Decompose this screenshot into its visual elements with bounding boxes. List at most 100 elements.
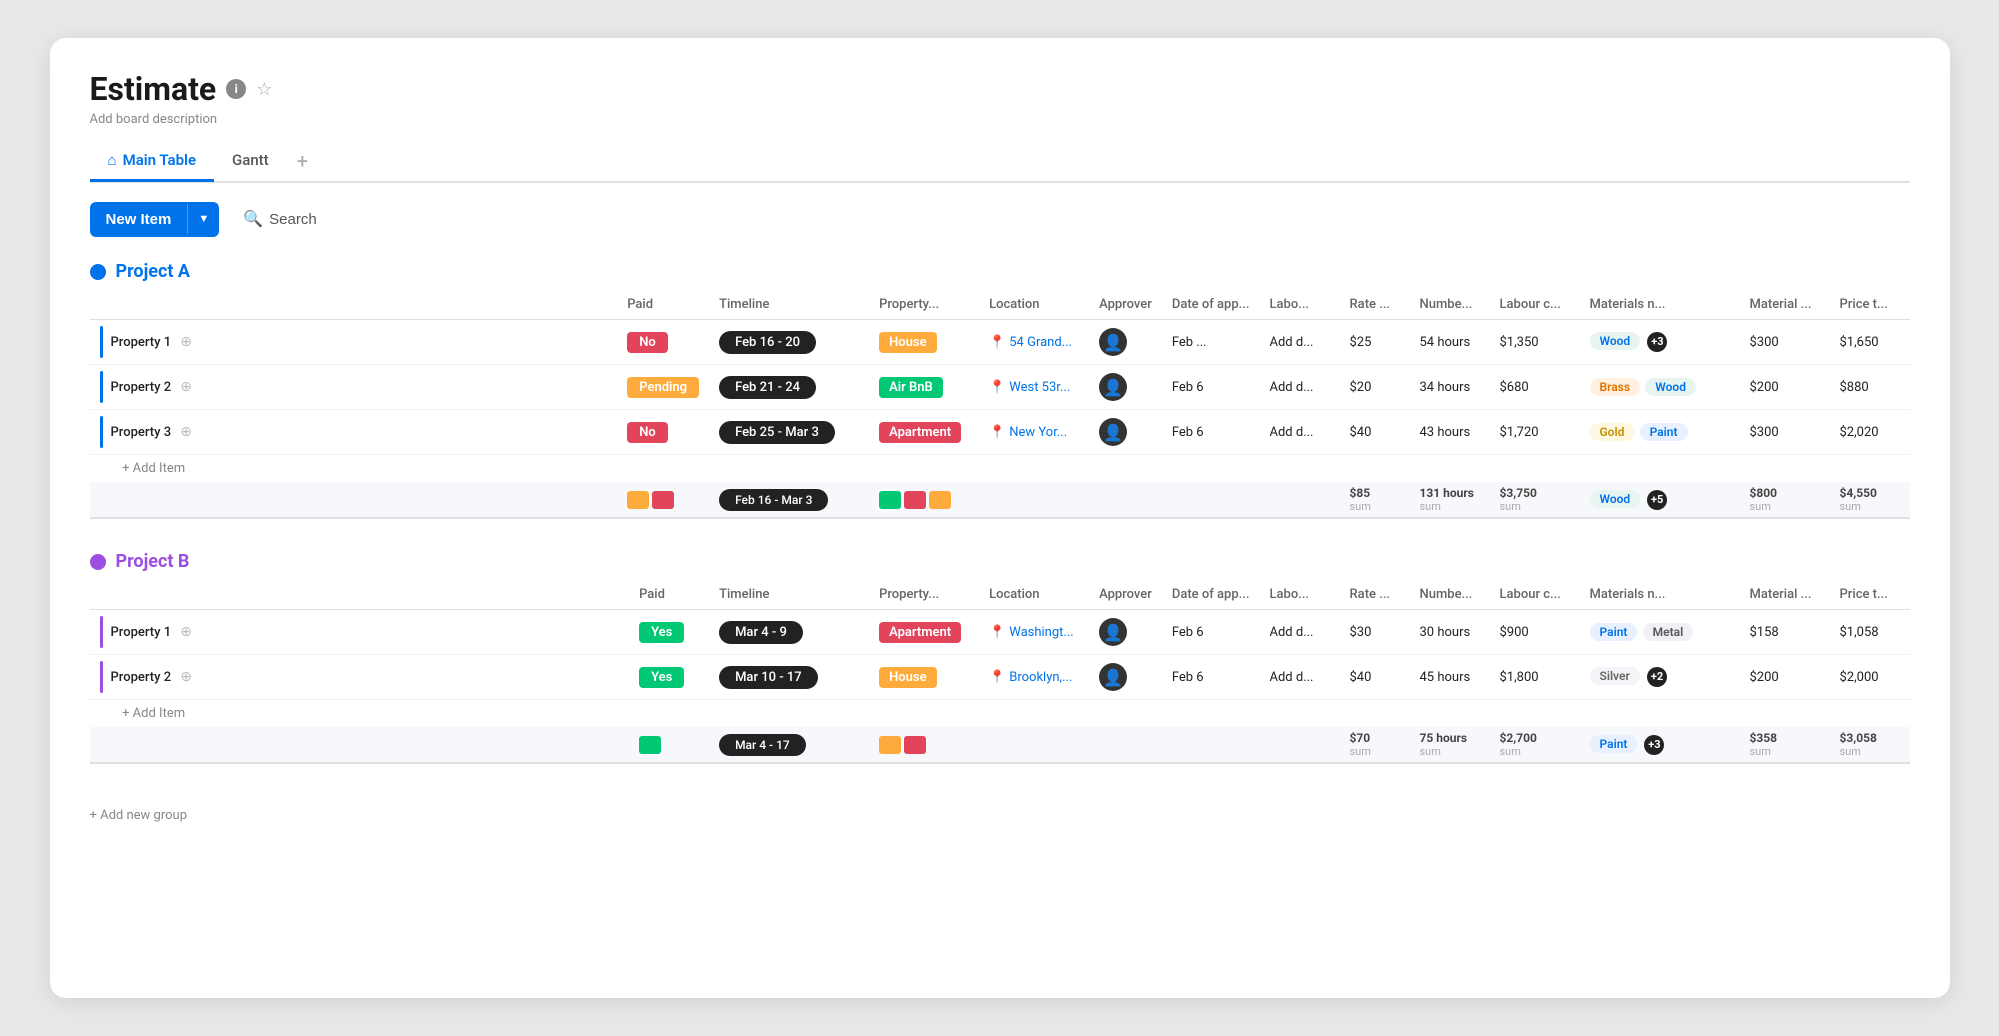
row-date: Feb 6 (1162, 365, 1260, 410)
new-item-label: New Item (90, 202, 188, 237)
avatar: 👤 (1099, 663, 1127, 691)
location-pin-icon: 📍 (989, 335, 1005, 350)
row-name: Property 3 ⊕ (90, 410, 618, 455)
row-material: $200 (1740, 655, 1830, 700)
row-name: Property 2 ⊕ (90, 365, 618, 410)
location-pin-icon: 📍 (989, 625, 1005, 640)
col-header-labourc-b: Labour c... (1490, 580, 1580, 610)
add-item-row-a[interactable]: + Add Item (90, 455, 1910, 483)
sum-labourc-label: sum (1500, 500, 1570, 513)
sum-rate: $85 sum (1340, 482, 1410, 518)
sum-mat-plus: +3 (1644, 735, 1664, 755)
tab-gantt-label: Gantt (232, 151, 269, 169)
add-item-label[interactable]: + Add Item (90, 700, 1910, 728)
row-approver: 👤 (1089, 410, 1162, 455)
home-icon: ⌂ (108, 151, 117, 169)
col-header-price-a: Price t... (1830, 290, 1910, 320)
row-add-icon[interactable]: ⊕ (177, 668, 195, 686)
col-header-rate-a: Rate ... (1340, 290, 1410, 320)
col-header-number-a: Numbe... (1410, 290, 1490, 320)
sum-price-label: sum (1840, 500, 1900, 513)
table-row: Property 2 ⊕ Pending Feb 21 - 24 Air BnB… (90, 365, 1910, 410)
row-paid[interactable]: No (617, 320, 709, 365)
sum-paid-colors (629, 727, 709, 763)
project-b-table-wrapper: Paid Timeline Property... Location Appro… (90, 580, 1910, 764)
tab-main-table[interactable]: ⌂ Main Table (90, 141, 215, 182)
mat-plus-badge: +2 (1647, 667, 1667, 687)
sum-rate-val: $85 (1350, 486, 1371, 500)
sum-number-label: sum (1420, 500, 1480, 513)
row-add-icon[interactable]: ⊕ (177, 423, 195, 441)
paid-badge: Yes (639, 667, 684, 688)
add-item-label[interactable]: + Add Item (90, 455, 1910, 483)
sum-mat-tag: Paint (1590, 735, 1638, 753)
row-price: $880 (1830, 365, 1910, 410)
table-row: Property 2 ⊕ Yes Mar 10 - 17 House 📍Broo… (90, 655, 1910, 700)
row-accent-bar (100, 371, 103, 403)
row-add-icon[interactable]: ⊕ (177, 378, 195, 396)
add-item-row-b[interactable]: + Add Item (90, 700, 1910, 728)
sum-price-val: $3,058 (1840, 731, 1877, 745)
row-property[interactable]: House (869, 655, 979, 700)
col-header-number-b: Numbe... (1410, 580, 1490, 610)
table-row: Property 3 ⊕ No Feb 25 - Mar 3 Apartment… (90, 410, 1910, 455)
row-property[interactable]: Apartment (869, 410, 979, 455)
sum-date (1162, 727, 1260, 763)
new-item-arrow-icon[interactable]: ▼ (187, 204, 219, 234)
row-number: 30 hours (1410, 610, 1490, 655)
col-header-timeline-a: Timeline (709, 290, 869, 320)
row-paid[interactable]: Yes (629, 655, 709, 700)
col-header-paid-a: Paid (617, 290, 709, 320)
row-property[interactable]: Air BnB (869, 365, 979, 410)
star-icon[interactable]: ☆ (256, 79, 272, 100)
row-date: Feb ... (1162, 320, 1260, 365)
row-paid[interactable]: Pending (617, 365, 709, 410)
row-add-icon[interactable]: ⊕ (177, 333, 195, 351)
col-header-name (90, 290, 618, 320)
sum-material: $800 sum (1740, 482, 1830, 518)
sum-labour (1260, 727, 1340, 763)
sum-labourc-label: sum (1500, 745, 1570, 758)
row-timeline: Mar 4 - 9 (709, 610, 869, 655)
row-property[interactable]: Apartment (869, 610, 979, 655)
row-approver: 👤 (1089, 320, 1162, 365)
sum-timeline-badge: Mar 4 - 17 (719, 734, 806, 756)
sum-timeline: Mar 4 - 17 (709, 727, 869, 763)
row-add-icon[interactable]: ⊕ (177, 623, 195, 641)
col-header-matn-b: Materials n... (1580, 580, 1740, 610)
board-container: Estimate i ☆ Add board description ⌂ Mai… (50, 38, 1950, 998)
sum-labour (1260, 482, 1340, 518)
tab-add-button[interactable]: + (287, 139, 318, 183)
search-button[interactable]: 🔍 Search (233, 201, 326, 237)
row-paid[interactable]: Yes (629, 610, 709, 655)
sum-property-colors (869, 727, 979, 763)
col-header-property-a: Property... (869, 290, 979, 320)
row-approver: 👤 (1089, 365, 1162, 410)
paid-badge: Pending (627, 377, 699, 398)
col-header-price-b: Price t... (1830, 580, 1910, 610)
row-property[interactable]: House (869, 320, 979, 365)
row-labourc: $1,720 (1490, 410, 1580, 455)
row-accent-bar (100, 326, 103, 358)
row-location: 📍Brooklyn,... (979, 655, 1089, 700)
col-header-date-a: Date of app... (1162, 290, 1260, 320)
row-paid[interactable]: No (617, 410, 709, 455)
row-price: $2,000 (1830, 655, 1910, 700)
project-b-dot (90, 554, 106, 570)
property-badge: House (879, 332, 937, 353)
avatar: 👤 (1099, 328, 1127, 356)
add-group-row[interactable]: + Add new group (90, 796, 1910, 835)
sum-number: 75 hours sum (1410, 727, 1490, 763)
info-icon: i (226, 79, 246, 99)
table-row: Property 1 ⊕ No Feb 16 - 20 House 📍54 Gr… (90, 320, 1910, 365)
section-project-a: Project A Paid Timeline Property... Loca… (90, 261, 1910, 519)
mat-tag-paint: Paint (1590, 623, 1638, 641)
tab-gantt[interactable]: Gantt (214, 141, 287, 182)
sum-prop-color-2 (904, 491, 926, 509)
new-item-button[interactable]: New Item ▼ (90, 202, 220, 237)
col-header-location-b: Location (979, 580, 1089, 610)
timeline-badge: Mar 10 - 17 (719, 666, 818, 689)
avatar: 👤 (1099, 418, 1127, 446)
row-approver: 👤 (1089, 610, 1162, 655)
sum-labourc-val: $3,750 (1500, 486, 1537, 500)
